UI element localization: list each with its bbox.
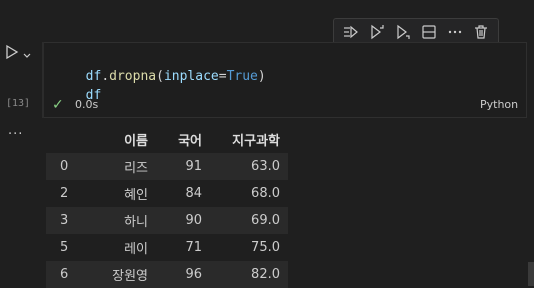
table-cell: 84 xyxy=(185,186,202,201)
code-token: . xyxy=(101,69,110,84)
table-cell: 71 xyxy=(185,240,202,255)
column-header: 지구과학 xyxy=(232,134,280,149)
table-cell: 75.0 xyxy=(251,240,280,255)
cell-focus-bar xyxy=(42,42,44,118)
table-row: 3 하니 90 69.0 xyxy=(46,207,288,234)
row-index: 5 xyxy=(60,240,69,255)
row-index: 0 xyxy=(60,159,69,174)
split-cell-icon[interactable] xyxy=(416,20,442,44)
table-cell: 혜인 xyxy=(124,188,148,203)
execute-below-icon[interactable] xyxy=(390,20,416,44)
code-token: = xyxy=(218,69,227,84)
run-by-line-icon[interactable] xyxy=(338,20,364,44)
code-token: inplace xyxy=(163,69,219,84)
table-cell: 레이 xyxy=(124,242,148,257)
execution-count: [13] xyxy=(6,98,31,109)
row-index: 2 xyxy=(60,186,69,201)
delete-icon[interactable] xyxy=(468,20,494,44)
table-row: 0 리즈 91 63.0 xyxy=(46,153,288,180)
output-menu-icon[interactable]: ... xyxy=(8,123,23,138)
code-token: True xyxy=(226,69,258,84)
table-cell: 63.0 xyxy=(251,159,280,174)
language-picker[interactable]: Python xyxy=(480,98,518,111)
dataframe-table: 이름 국어 지구과학 0 리즈 91 63.0 2 혜인 84 68.0 3 하… xyxy=(46,126,288,288)
row-index: 6 xyxy=(60,267,69,282)
check-icon: ✓ xyxy=(52,97,64,113)
column-header xyxy=(46,126,88,153)
column-header: 이름 xyxy=(124,134,148,149)
table-cell: 69.0 xyxy=(251,213,280,228)
vertical-scrollbar[interactable] xyxy=(528,262,534,286)
code-token: dropna xyxy=(109,69,157,84)
column-header: 국어 xyxy=(178,134,202,149)
code-token: ) xyxy=(257,69,266,84)
row-index: 3 xyxy=(60,213,69,228)
table-cell: 82.0 xyxy=(251,267,280,282)
table-row: 5 레이 71 75.0 xyxy=(46,234,288,261)
chevron-down-icon[interactable] xyxy=(22,46,32,58)
table-cell: 91 xyxy=(185,159,202,174)
table-header-row: 이름 국어 지구과학 xyxy=(46,126,288,153)
code-token: ( xyxy=(156,69,164,84)
table-cell: 68.0 xyxy=(251,186,280,201)
table-row: 6 장원영 96 82.0 xyxy=(46,261,288,288)
table-cell: 96 xyxy=(185,267,202,282)
execution-time: 0.0s xyxy=(75,98,99,111)
execute-above-icon[interactable] xyxy=(364,20,390,44)
table-cell: 하니 xyxy=(124,215,148,230)
table-cell: 90 xyxy=(185,213,202,228)
more-icon[interactable] xyxy=(442,20,468,44)
table-row: 2 혜인 84 68.0 xyxy=(46,180,288,207)
table-cell: 리즈 xyxy=(124,161,148,176)
run-cell-icon[interactable] xyxy=(4,44,20,60)
table-cell: 장원영 xyxy=(112,269,148,284)
